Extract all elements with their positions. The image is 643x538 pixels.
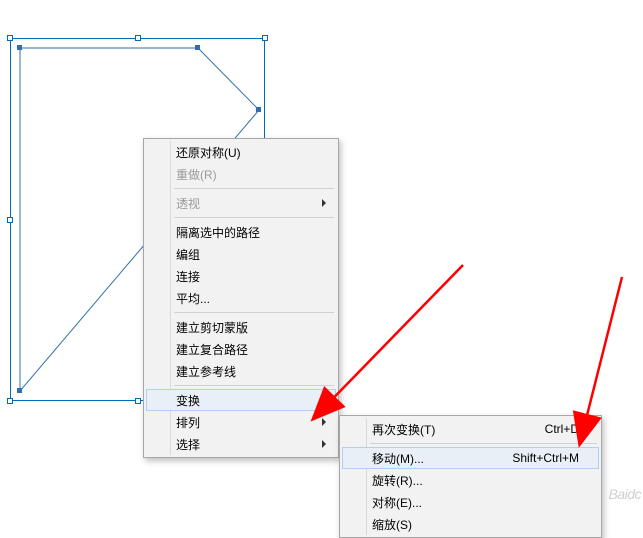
menu-separator xyxy=(370,443,597,444)
menu-item-rotate[interactable]: 旋转(R)... xyxy=(342,469,599,491)
menu-item-arrange[interactable]: 排列 xyxy=(146,411,336,433)
menu-item-reflect[interactable]: 对称(E)... xyxy=(342,491,599,513)
watermark: Baidc xyxy=(608,486,641,502)
menu-item-group[interactable]: 编组 xyxy=(146,243,336,265)
menu-separator xyxy=(174,312,334,313)
menu-item-transform[interactable]: 变换 xyxy=(146,389,336,411)
menu-item-scale[interactable]: 缩放(S) xyxy=(342,513,599,535)
menu-item-move[interactable]: 移动(M)... Shift+Ctrl+M xyxy=(342,447,599,469)
menu-item-perspective: 透视 xyxy=(146,192,336,214)
menu-item-redo: 重做(R) xyxy=(146,163,336,185)
menu-separator xyxy=(174,385,334,386)
context-menu-main: 还原对称(U) 重做(R) 透视 隔离选中的路径 编组 连接 平均... 建立剪… xyxy=(143,138,339,458)
menu-item-connect[interactable]: 连接 xyxy=(146,265,336,287)
menu-item-make-guides[interactable]: 建立参考线 xyxy=(146,360,336,382)
menu-shortcut: Shift+Ctrl+M xyxy=(512,451,579,465)
context-submenu-transform: 再次变换(T) Ctrl+D 移动(M)... Shift+Ctrl+M 旋转(… xyxy=(339,415,602,538)
menu-item-average[interactable]: 平均... xyxy=(146,287,336,309)
menu-item-transform-again[interactable]: 再次变换(T) Ctrl+D xyxy=(342,418,599,440)
menu-separator xyxy=(174,217,334,218)
menu-label: 移动(M)... xyxy=(372,450,424,467)
menu-item-select[interactable]: 选择 xyxy=(146,433,336,455)
menu-item-make-compound-path[interactable]: 建立复合路径 xyxy=(146,338,336,360)
menu-separator xyxy=(174,188,334,189)
canvas: 还原对称(U) 重做(R) 透视 隔离选中的路径 编组 连接 平均... 建立剪… xyxy=(0,0,643,504)
menu-item-undo[interactable]: 还原对称(U) xyxy=(146,141,336,163)
menu-label: 再次变换(T) xyxy=(372,421,435,438)
menu-shortcut: Ctrl+D xyxy=(545,422,579,436)
menu-item-isolate-path[interactable]: 隔离选中的路径 xyxy=(146,221,336,243)
menu-item-make-clipping-mask[interactable]: 建立剪切蒙版 xyxy=(146,316,336,338)
